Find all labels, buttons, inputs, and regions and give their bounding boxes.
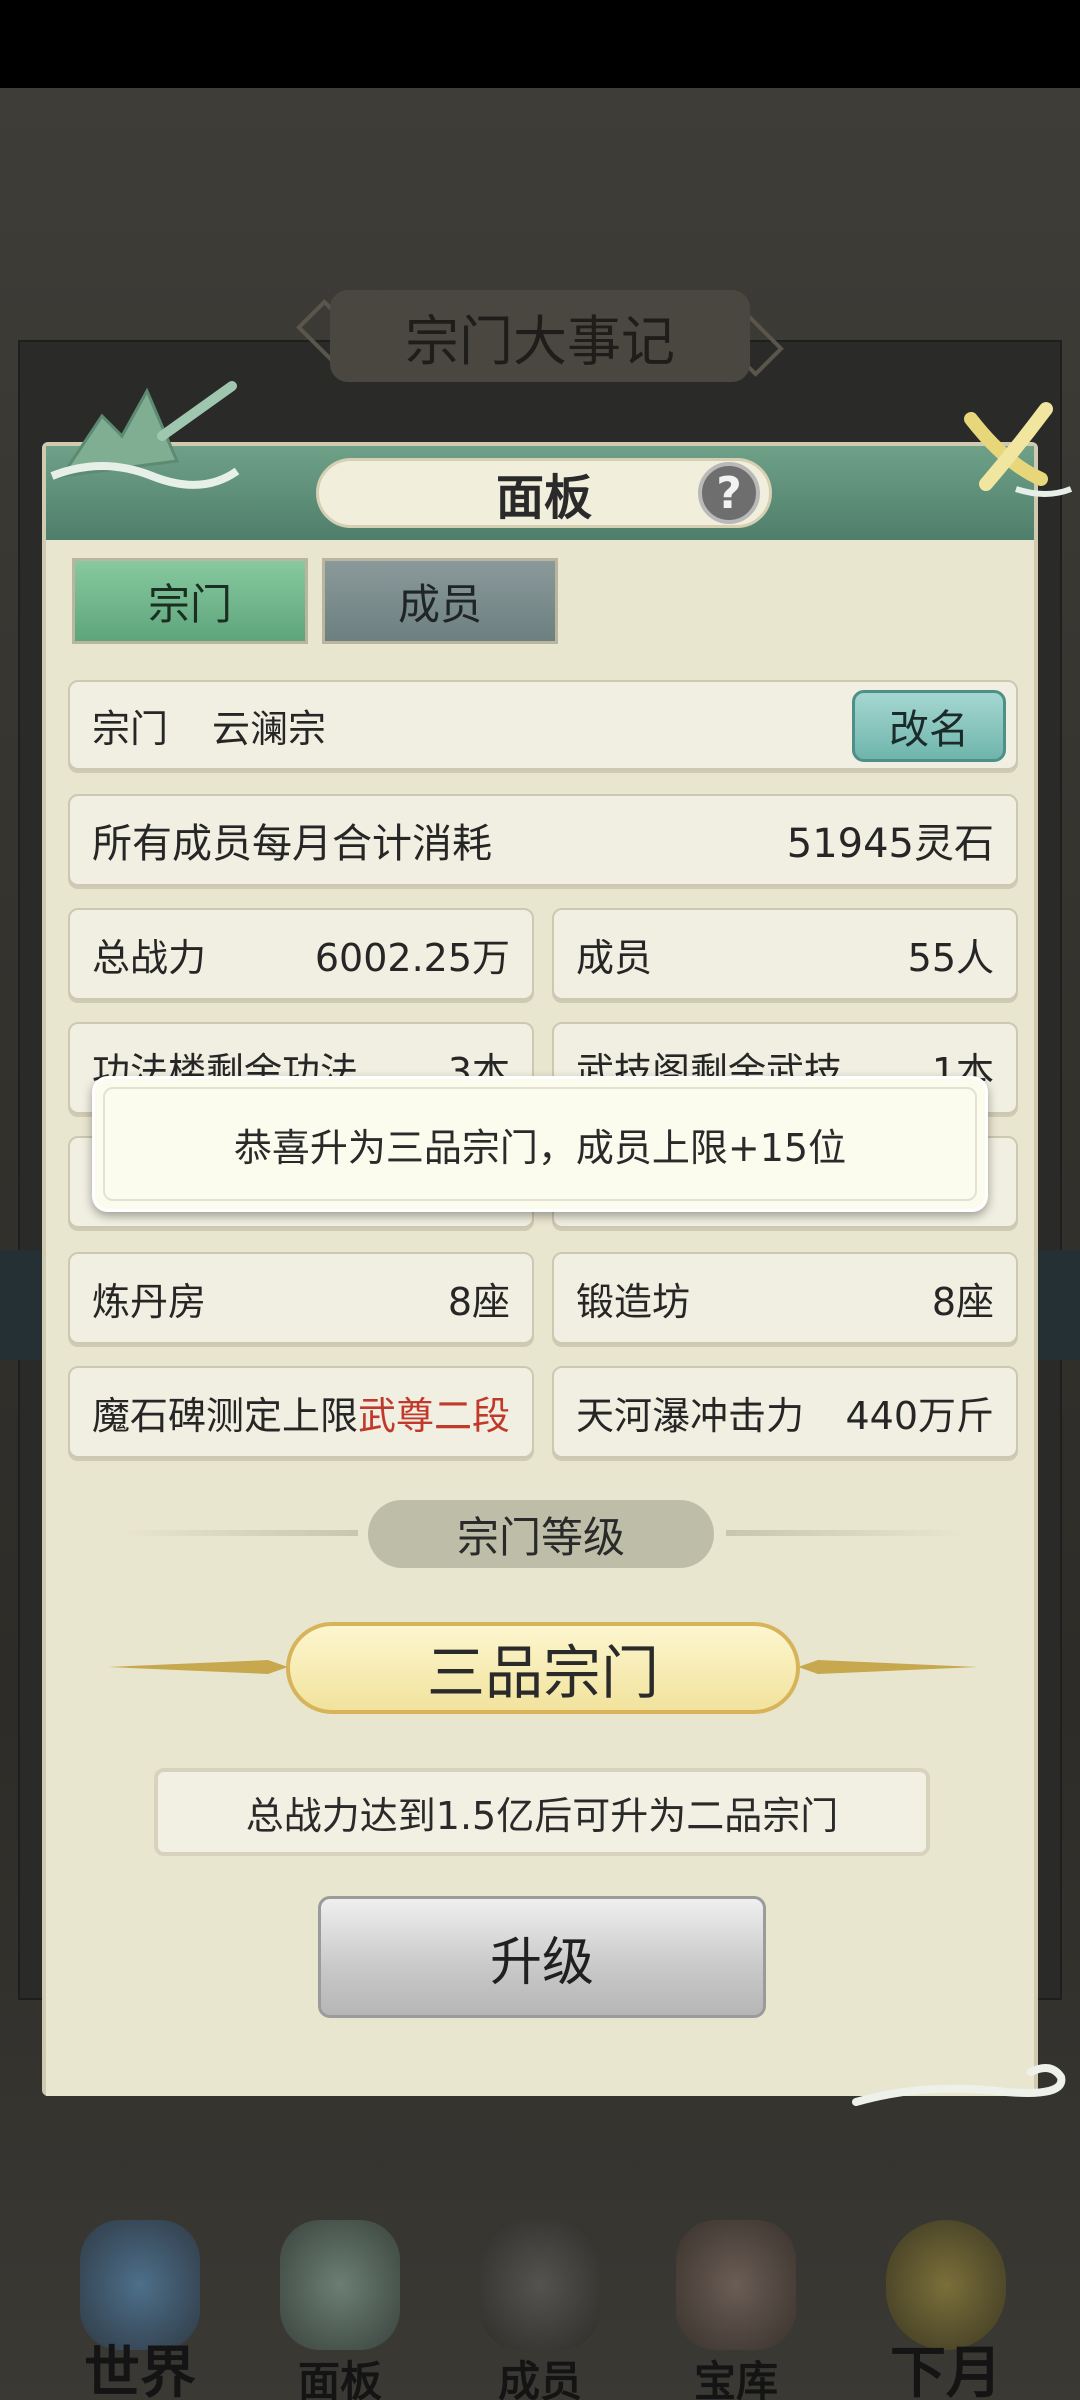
stat-value: 8座 xyxy=(447,1279,510,1324)
toast-notification: 恭喜升为三品宗门，成员上限+15位 xyxy=(92,1076,988,1212)
stat-alchemy-room: 炼丹房 8座 xyxy=(68,1252,534,1344)
toast-message: 恭喜升为三品宗门，成员上限+15位 xyxy=(233,1125,847,1170)
close-icon[interactable] xyxy=(946,394,1076,504)
nav-label: 世界 xyxy=(84,2341,196,2400)
nav-members[interactable]: 成员 xyxy=(440,2200,640,2400)
upgrade-requirement: 总战力达到1.5亿后可升为二品宗门 xyxy=(154,1768,930,1856)
cloud-icon xyxy=(852,2064,1066,2106)
stat-value: 8座 xyxy=(931,1279,994,1324)
sect-name-label: 宗门 xyxy=(92,706,169,751)
stat-members: 成员 55人 xyxy=(552,908,1018,1000)
divider-right xyxy=(726,1530,966,1536)
wing-ornament-left xyxy=(108,1660,288,1674)
monthly-cost-value: 51945灵石 xyxy=(786,821,994,867)
stat-label: 总战力 xyxy=(92,935,207,980)
nav-label: 宝库 xyxy=(693,2357,778,2400)
stat-label: 成员 xyxy=(576,935,653,980)
tab-members-label: 成员 xyxy=(397,579,482,629)
nav-panel[interactable]: 面板 xyxy=(240,2200,440,2400)
nav-label: 成员 xyxy=(497,2357,582,2400)
background-title: 宗门大事记 xyxy=(330,290,750,382)
upgrade-button-label: 升级 xyxy=(489,1932,594,1993)
rename-button[interactable]: 改名 xyxy=(852,690,1006,762)
panel-content: 宗门 成员 宗门 云澜宗 改名 所有成员每月合计消耗 51945灵石 总战力 6… xyxy=(46,540,1034,2096)
upgrade-button[interactable]: 升级 xyxy=(318,1896,766,2018)
sect-name-row: 宗门 云澜宗 改名 xyxy=(68,680,1018,770)
nav-next-month[interactable]: 下月 xyxy=(846,2200,1046,2400)
stat-value: 6002.25万 xyxy=(314,935,510,980)
panel-title-text: 面板 xyxy=(495,470,592,526)
mountain-icon xyxy=(50,381,240,489)
stat-value: 55人 xyxy=(907,935,994,980)
nav-label: 下月 xyxy=(890,2341,1002,2400)
section-label: 宗门等级 xyxy=(368,1500,714,1568)
wing-ornament-right xyxy=(798,1660,978,1674)
stat-waterfall: 天河瀑冲击力 440万斤 xyxy=(552,1366,1018,1458)
nav-world[interactable]: 世界 xyxy=(40,2200,240,2400)
tab-members[interactable]: 成员 xyxy=(322,558,558,644)
stat-label: 炼丹房 xyxy=(92,1279,207,1324)
stat-label: 魔石碑测定上限 xyxy=(92,1393,358,1438)
tab-sect-label: 宗门 xyxy=(147,579,232,629)
stat-value: 440万斤 xyxy=(845,1393,994,1438)
stat-label: 锻造坊 xyxy=(576,1279,691,1324)
status-bar xyxy=(0,0,1080,88)
monthly-cost-row: 所有成员每月合计消耗 51945灵石 xyxy=(68,794,1018,886)
stat-value: 武尊二段 xyxy=(357,1393,510,1438)
stat-total-power: 总战力 6002.25万 xyxy=(68,908,534,1000)
nav-label: 面板 xyxy=(297,2357,382,2400)
elder-icon xyxy=(280,2220,400,2350)
tab-sect[interactable]: 宗门 xyxy=(72,558,308,644)
stat-demon-stone: 魔石碑测定上限 武尊二段 xyxy=(68,1366,534,1458)
rename-button-label: 改名 xyxy=(889,707,969,753)
sect-panel: 面板 ? 宗门 成员 宗门 云澜宗 改名 所有成员每月合计消耗 51945灵石 … xyxy=(42,381,1073,2106)
monthly-cost-label: 所有成员每月合计消耗 xyxy=(92,821,492,867)
treasury-icon xyxy=(676,2220,796,2350)
sect-level-banner: 三品宗门 xyxy=(286,1622,800,1714)
stat-label: 天河瀑冲击力 xyxy=(576,1393,805,1438)
stat-forge: 锻造坊 8座 xyxy=(552,1252,1018,1344)
divider-left xyxy=(118,1530,358,1536)
disciple-icon xyxy=(480,2220,600,2350)
help-icon[interactable]: ? xyxy=(698,462,760,524)
nav-treasury[interactable]: 宝库 xyxy=(636,2200,836,2400)
bottom-nav: 世界 面板 成员 宝库 下月 xyxy=(0,2200,1080,2400)
